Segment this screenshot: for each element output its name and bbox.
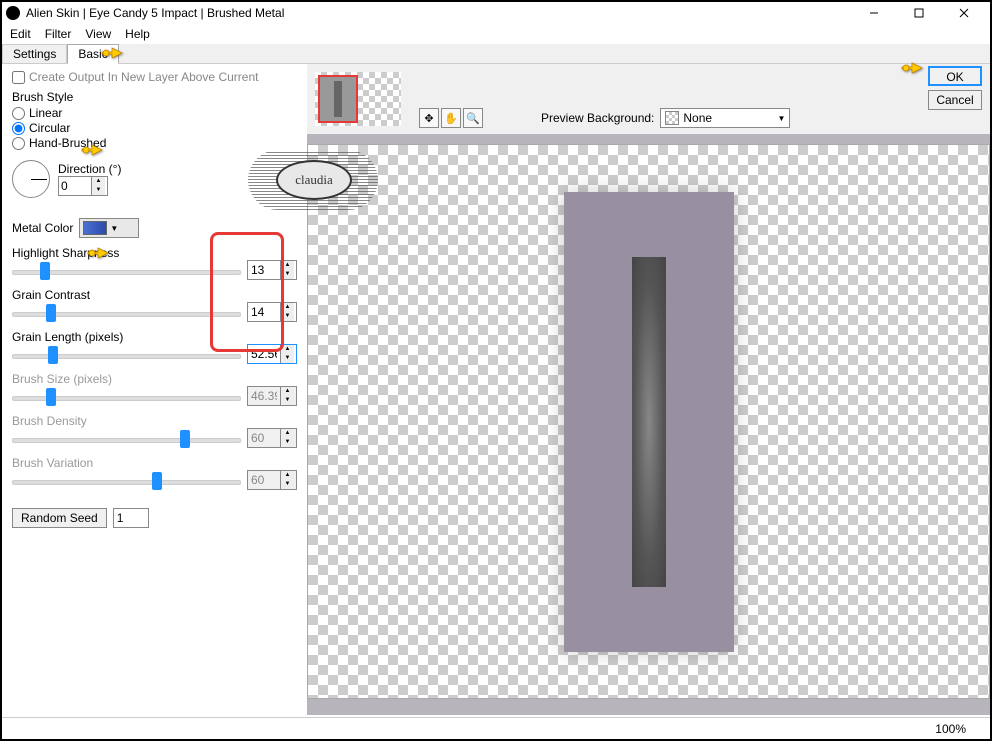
divider-bar bbox=[307, 134, 990, 144]
zoom-level: 100% bbox=[935, 722, 966, 736]
direction-spinner[interactable]: ▲▼ bbox=[91, 177, 105, 195]
direction-label: Direction (°) bbox=[58, 162, 121, 176]
right-toolbar: ✥ ✋ 🔍 Preview Background: None ▼ OK Canc… bbox=[307, 64, 990, 134]
thumbnail-strip bbox=[315, 72, 401, 126]
radio-circular[interactable] bbox=[12, 122, 25, 135]
brush-variation-input bbox=[248, 471, 280, 489]
zoom-tool-icon[interactable]: 🔍 bbox=[463, 108, 483, 128]
preview-inner bbox=[632, 257, 666, 587]
direction-input[interactable] bbox=[59, 177, 91, 195]
menu-bar: Edit Filter View Help bbox=[2, 24, 990, 44]
radio-hand-label: Hand-Brushed bbox=[29, 136, 106, 150]
preview-bg-label: Preview Background: bbox=[541, 111, 654, 125]
brush-variation-spinner: ▲▼ bbox=[280, 471, 294, 489]
preview-shape bbox=[564, 192, 734, 652]
left-panel: Create Output In New Layer Above Current… bbox=[2, 64, 307, 715]
brush-density-input bbox=[248, 429, 280, 447]
brush-size-slider bbox=[12, 386, 241, 406]
ok-button[interactable]: OK bbox=[928, 66, 982, 86]
right-panel: ✥ ✋ 🔍 Preview Background: None ▼ OK Canc… bbox=[307, 64, 990, 715]
color-swatch bbox=[83, 221, 107, 235]
brush-density-label: Brush Density bbox=[12, 414, 297, 428]
highlight-label: Highlight Sharpness bbox=[12, 246, 297, 260]
grain-length-spinner[interactable]: ▲▼ bbox=[280, 345, 294, 363]
divider-bar-bottom bbox=[307, 699, 990, 715]
highlight-spinner[interactable]: ▲▼ bbox=[280, 261, 294, 279]
grain-length-slider[interactable] bbox=[12, 344, 241, 364]
grain-length-label: Grain Length (pixels) bbox=[12, 330, 297, 344]
highlight-input[interactable] bbox=[248, 261, 280, 279]
radio-circular-label: Circular bbox=[29, 121, 70, 135]
grain-contrast-label: Grain Contrast bbox=[12, 288, 297, 302]
brush-style-title: Brush Style bbox=[12, 90, 297, 104]
brush-size-spinner: ▲▼ bbox=[280, 387, 294, 405]
tab-strip: Settings Basic bbox=[2, 44, 990, 64]
preview-bg-combo[interactable]: None ▼ bbox=[660, 108, 790, 128]
status-bar: 100% bbox=[2, 717, 990, 739]
tab-settings[interactable]: Settings bbox=[2, 44, 67, 63]
menu-filter[interactable]: Filter bbox=[45, 27, 72, 41]
menu-view[interactable]: View bbox=[85, 27, 111, 41]
grain-length-input[interactable] bbox=[248, 345, 280, 363]
menu-help[interactable]: Help bbox=[125, 27, 150, 41]
brush-density-slider bbox=[12, 428, 241, 448]
brush-density-spinner: ▲▼ bbox=[280, 429, 294, 447]
title-bar: Alien Skin | Eye Candy 5 Impact | Brushe… bbox=[2, 2, 990, 24]
brush-variation-slider bbox=[12, 470, 241, 490]
preview-area[interactable] bbox=[307, 144, 990, 699]
grain-contrast-slider[interactable] bbox=[12, 302, 241, 322]
thumbnail[interactable] bbox=[318, 75, 358, 123]
tab-basic[interactable]: Basic bbox=[67, 44, 118, 64]
pointer-tool-icon[interactable]: ✥ bbox=[419, 108, 439, 128]
preview-bg-value: None bbox=[683, 111, 712, 125]
brush-variation-label: Brush Variation bbox=[12, 456, 297, 470]
grain-contrast-input[interactable] bbox=[248, 303, 280, 321]
random-seed-button[interactable]: Random Seed bbox=[12, 508, 107, 528]
radio-linear-label: Linear bbox=[29, 106, 62, 120]
metal-color-label: Metal Color bbox=[12, 221, 73, 235]
dropdown-arrow-icon: ▼ bbox=[110, 224, 118, 233]
brush-size-input bbox=[248, 387, 280, 405]
close-button[interactable] bbox=[941, 2, 986, 24]
cancel-button[interactable]: Cancel bbox=[928, 90, 982, 110]
minimize-button[interactable] bbox=[851, 2, 896, 24]
radio-linear[interactable] bbox=[12, 107, 25, 120]
transparency-swatch-icon bbox=[665, 111, 679, 125]
app-icon bbox=[6, 6, 20, 20]
direction-dial[interactable] bbox=[12, 160, 50, 198]
create-output-label: Create Output In New Layer Above Current bbox=[29, 70, 258, 84]
brush-size-label: Brush Size (pixels) bbox=[12, 372, 297, 386]
radio-hand-brushed[interactable] bbox=[12, 137, 25, 150]
grain-contrast-spinner[interactable]: ▲▼ bbox=[280, 303, 294, 321]
metal-color-button[interactable]: ▼ bbox=[79, 218, 139, 238]
hand-tool-icon[interactable]: ✋ bbox=[441, 108, 461, 128]
random-seed-input[interactable] bbox=[113, 508, 149, 528]
create-output-checkbox[interactable] bbox=[12, 71, 25, 84]
maximize-button[interactable] bbox=[896, 2, 941, 24]
window-title: Alien Skin | Eye Candy 5 Impact | Brushe… bbox=[26, 6, 851, 20]
chevron-down-icon: ▼ bbox=[777, 114, 785, 123]
menu-edit[interactable]: Edit bbox=[10, 27, 31, 41]
direction-input-wrap: ▲▼ bbox=[58, 176, 108, 196]
highlight-slider[interactable] bbox=[12, 260, 241, 280]
